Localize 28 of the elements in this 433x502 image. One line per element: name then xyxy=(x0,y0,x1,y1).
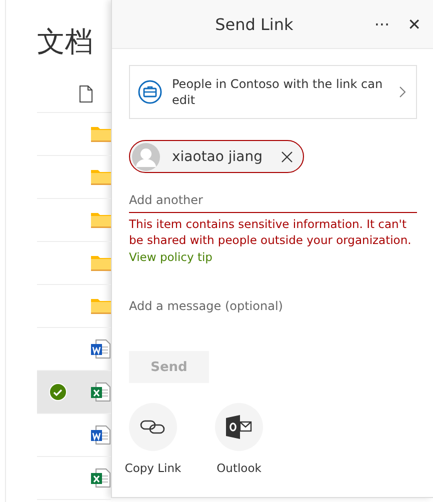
folder-icon xyxy=(91,169,111,185)
folder-icon xyxy=(91,126,111,142)
folder-icon xyxy=(91,212,111,228)
file-row[interactable] xyxy=(37,371,111,414)
share-option-label: Outlook xyxy=(216,461,262,475)
folder-icon xyxy=(91,255,111,271)
share-option-label: Copy Link xyxy=(124,461,182,475)
mail-app-icon xyxy=(226,415,252,439)
outlook-button[interactable] xyxy=(215,403,263,451)
recipient-chip[interactable]: xiaotao jiang xyxy=(129,140,304,173)
panel-title: Send Link xyxy=(214,14,294,34)
chevron-right-icon xyxy=(399,86,406,98)
recipient-name: xiaotao jiang xyxy=(172,148,263,164)
briefcase-icon xyxy=(138,80,162,104)
more-button[interactable]: ··· xyxy=(368,12,396,36)
remove-icon[interactable] xyxy=(280,150,293,162)
copy-link-button[interactable] xyxy=(129,403,177,451)
file-type-icon xyxy=(79,85,93,103)
link-permission-text: People in Contoso with the link can edit xyxy=(172,76,384,108)
close-button[interactable]: ✕ xyxy=(402,12,427,36)
link-settings-button[interactable]: People in Contoso with the link can edit xyxy=(129,65,417,119)
avatar-icon xyxy=(132,142,160,170)
view-policy-link[interactable]: View policy tip xyxy=(129,249,212,265)
folder-icon xyxy=(91,298,111,314)
link-icon xyxy=(140,419,166,435)
page-title: 文档 xyxy=(37,24,94,60)
error-message: This item contains sensitive information. It can't be shared with people outside your organization. xyxy=(129,216,412,248)
check-icon xyxy=(49,383,67,401)
